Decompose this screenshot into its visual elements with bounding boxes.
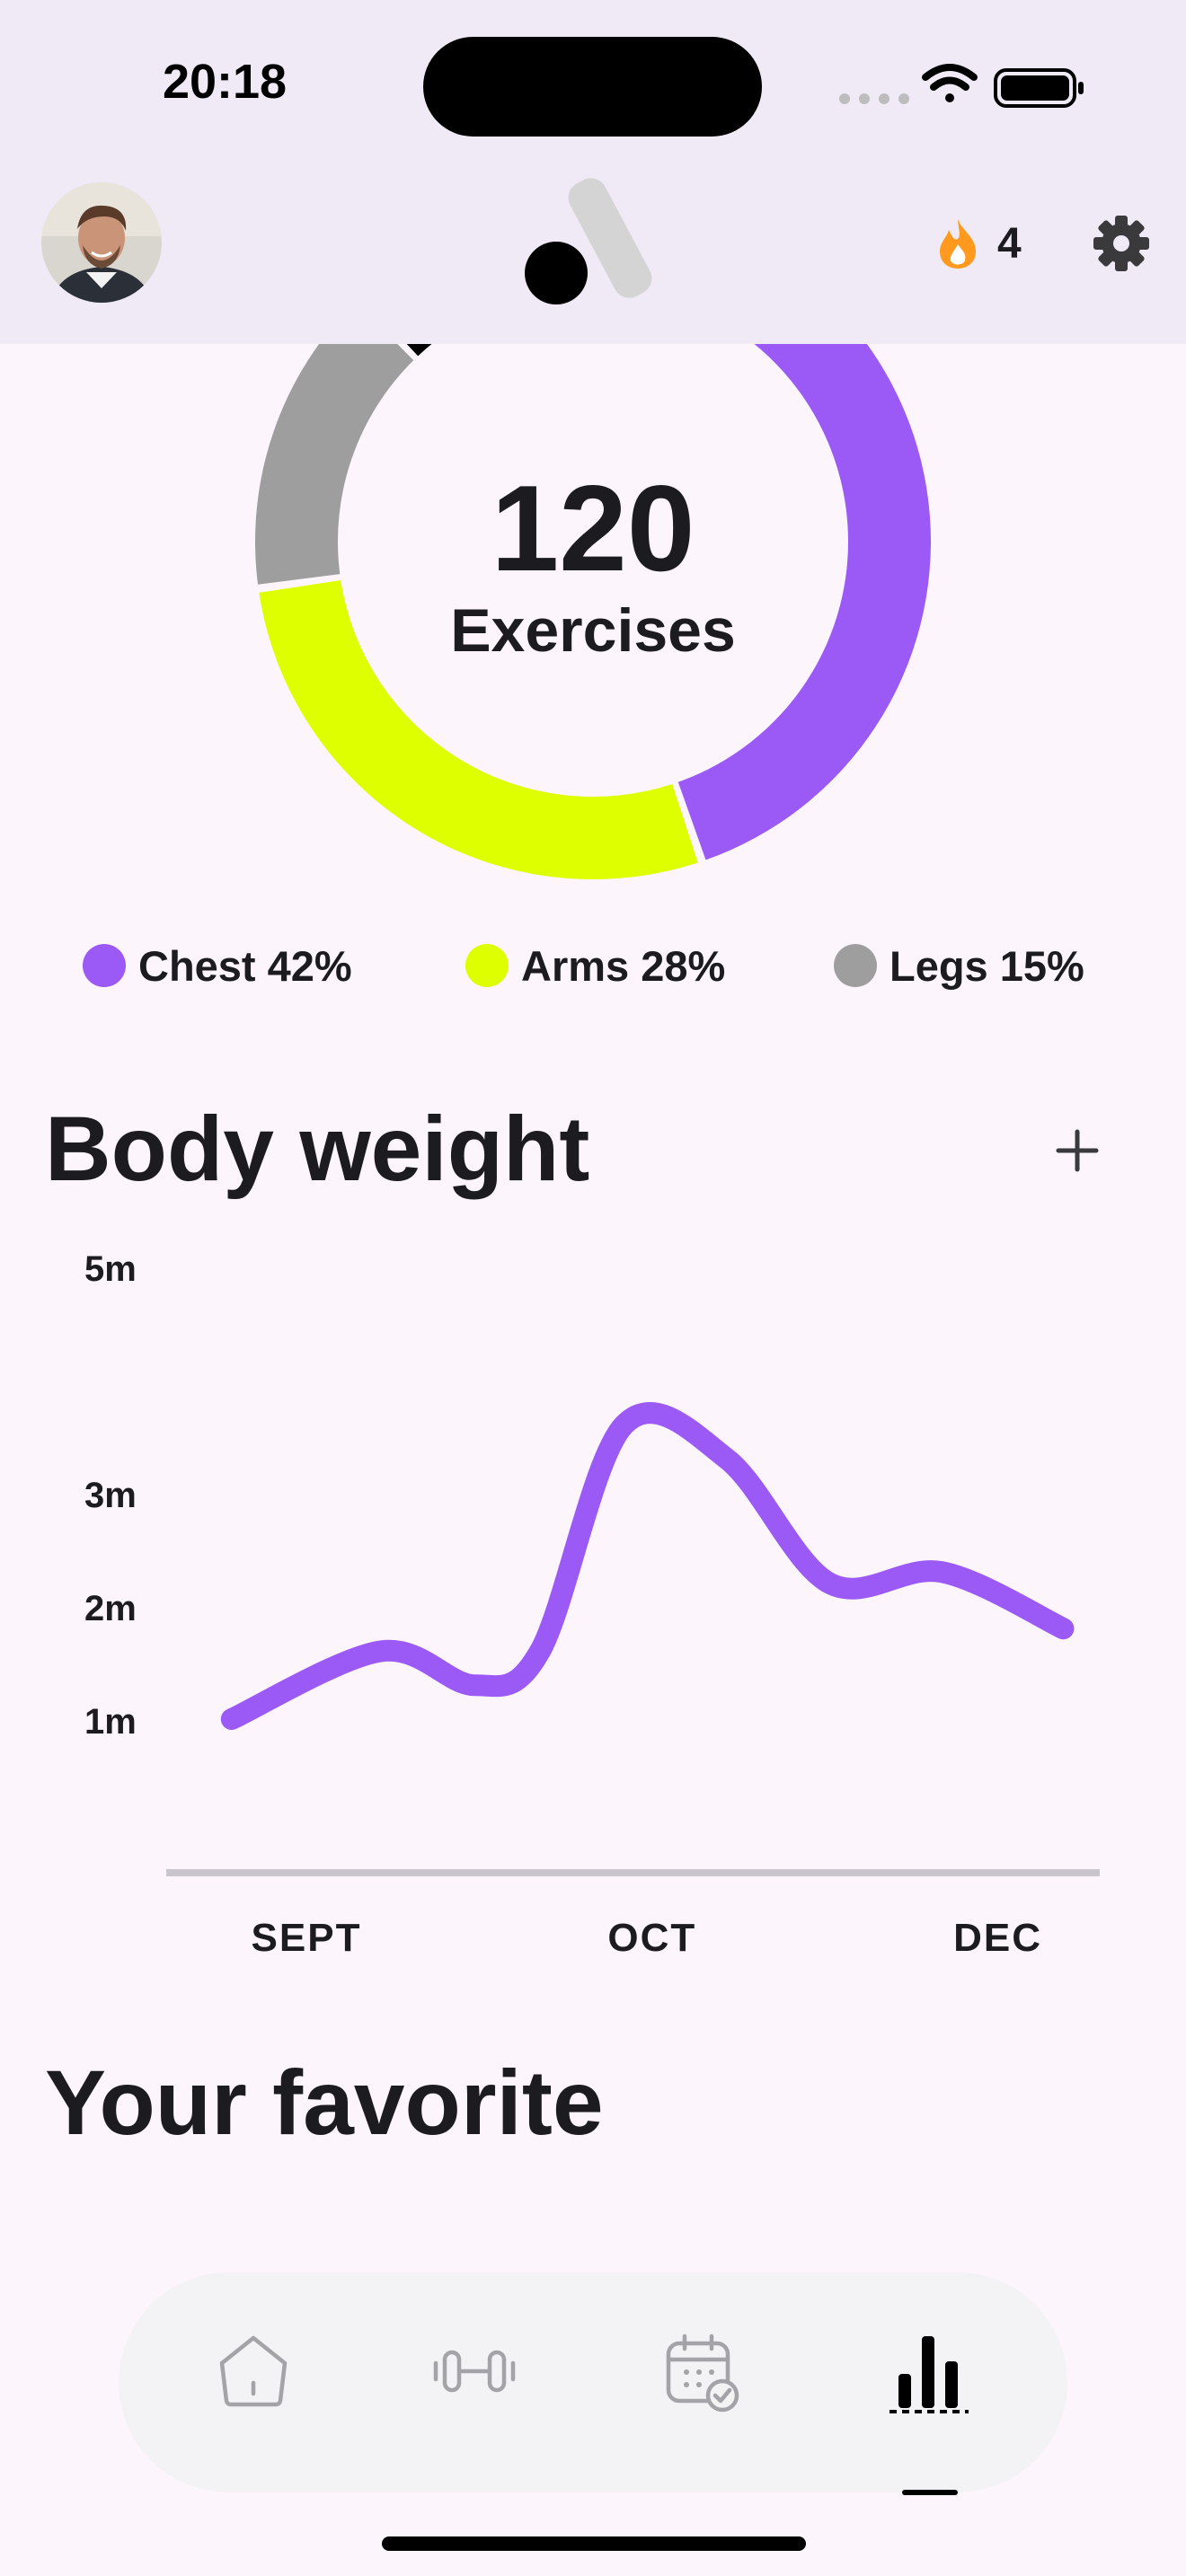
- y-tick-label: 1m: [84, 1702, 137, 1742]
- calendar-check-icon[interactable]: [651, 2322, 749, 2421]
- donut-total-label: Exercises: [450, 596, 736, 665]
- legend-label: Legs 15%: [890, 941, 1084, 990]
- x-tick-label: SEPT: [252, 1916, 362, 1960]
- status-icons: [839, 64, 1084, 108]
- donut-total-value: 120: [491, 460, 695, 596]
- stats-icon[interactable]: [881, 2322, 979, 2421]
- active-tab-indicator: [902, 2490, 958, 2495]
- streak-count: 4: [997, 219, 1022, 268]
- x-tick-label: OCT: [607, 1916, 696, 1960]
- legend-item-arms: Arms 28%: [465, 939, 725, 992]
- plus-icon[interactable]: [1049, 1123, 1105, 1178]
- y-tick-label: 2m: [84, 1589, 137, 1628]
- app-logo: [525, 178, 652, 304]
- dynamic-island: [423, 37, 762, 137]
- wifi-icon: [922, 64, 978, 102]
- app-header: 20:18 4: [0, 0, 1186, 344]
- cellular-icon: [839, 93, 909, 104]
- status-time: 20:18: [162, 55, 288, 109]
- fire-icon: [940, 219, 976, 269]
- legend-item-chest: Chest 42%: [83, 939, 352, 992]
- streak-counter[interactable]: 4: [934, 212, 1022, 275]
- user-avatar-icon: [41, 182, 162, 303]
- legend-label: Chest 42%: [138, 941, 352, 990]
- legend-dot: [83, 944, 126, 987]
- donut-legend: Chest 42% Arms 28% Legs 15%: [0, 939, 1186, 992]
- y-tick-label: 5m: [84, 1249, 137, 1289]
- legend-item-legs: Legs 15%: [834, 939, 1084, 992]
- bottom-tab-bar: [119, 2272, 1067, 2495]
- y-tick-label: 3m: [84, 1476, 137, 1515]
- home-icon[interactable]: [204, 2322, 303, 2421]
- legend-dot: [465, 944, 509, 987]
- legend-dot: [834, 944, 877, 987]
- home-indicator: [382, 2536, 806, 2551]
- gear-icon[interactable]: [1092, 214, 1151, 273]
- x-tick-label: DEC: [953, 1916, 1042, 1960]
- favorite-title: Your favorite: [45, 2051, 604, 2154]
- battery-icon: [994, 68, 1084, 108]
- body-weight-title: Body weight: [45, 1098, 590, 1200]
- legend-label: Arms 28%: [521, 941, 726, 990]
- body-weight-series-line: [220, 1402, 1075, 1730]
- body-weight-line-chart: 5m 3m 2m 1m SEPT OCT DEC: [84, 1249, 1100, 1960]
- avatar[interactable]: [41, 182, 162, 303]
- dumbbell-icon[interactable]: [425, 2322, 524, 2421]
